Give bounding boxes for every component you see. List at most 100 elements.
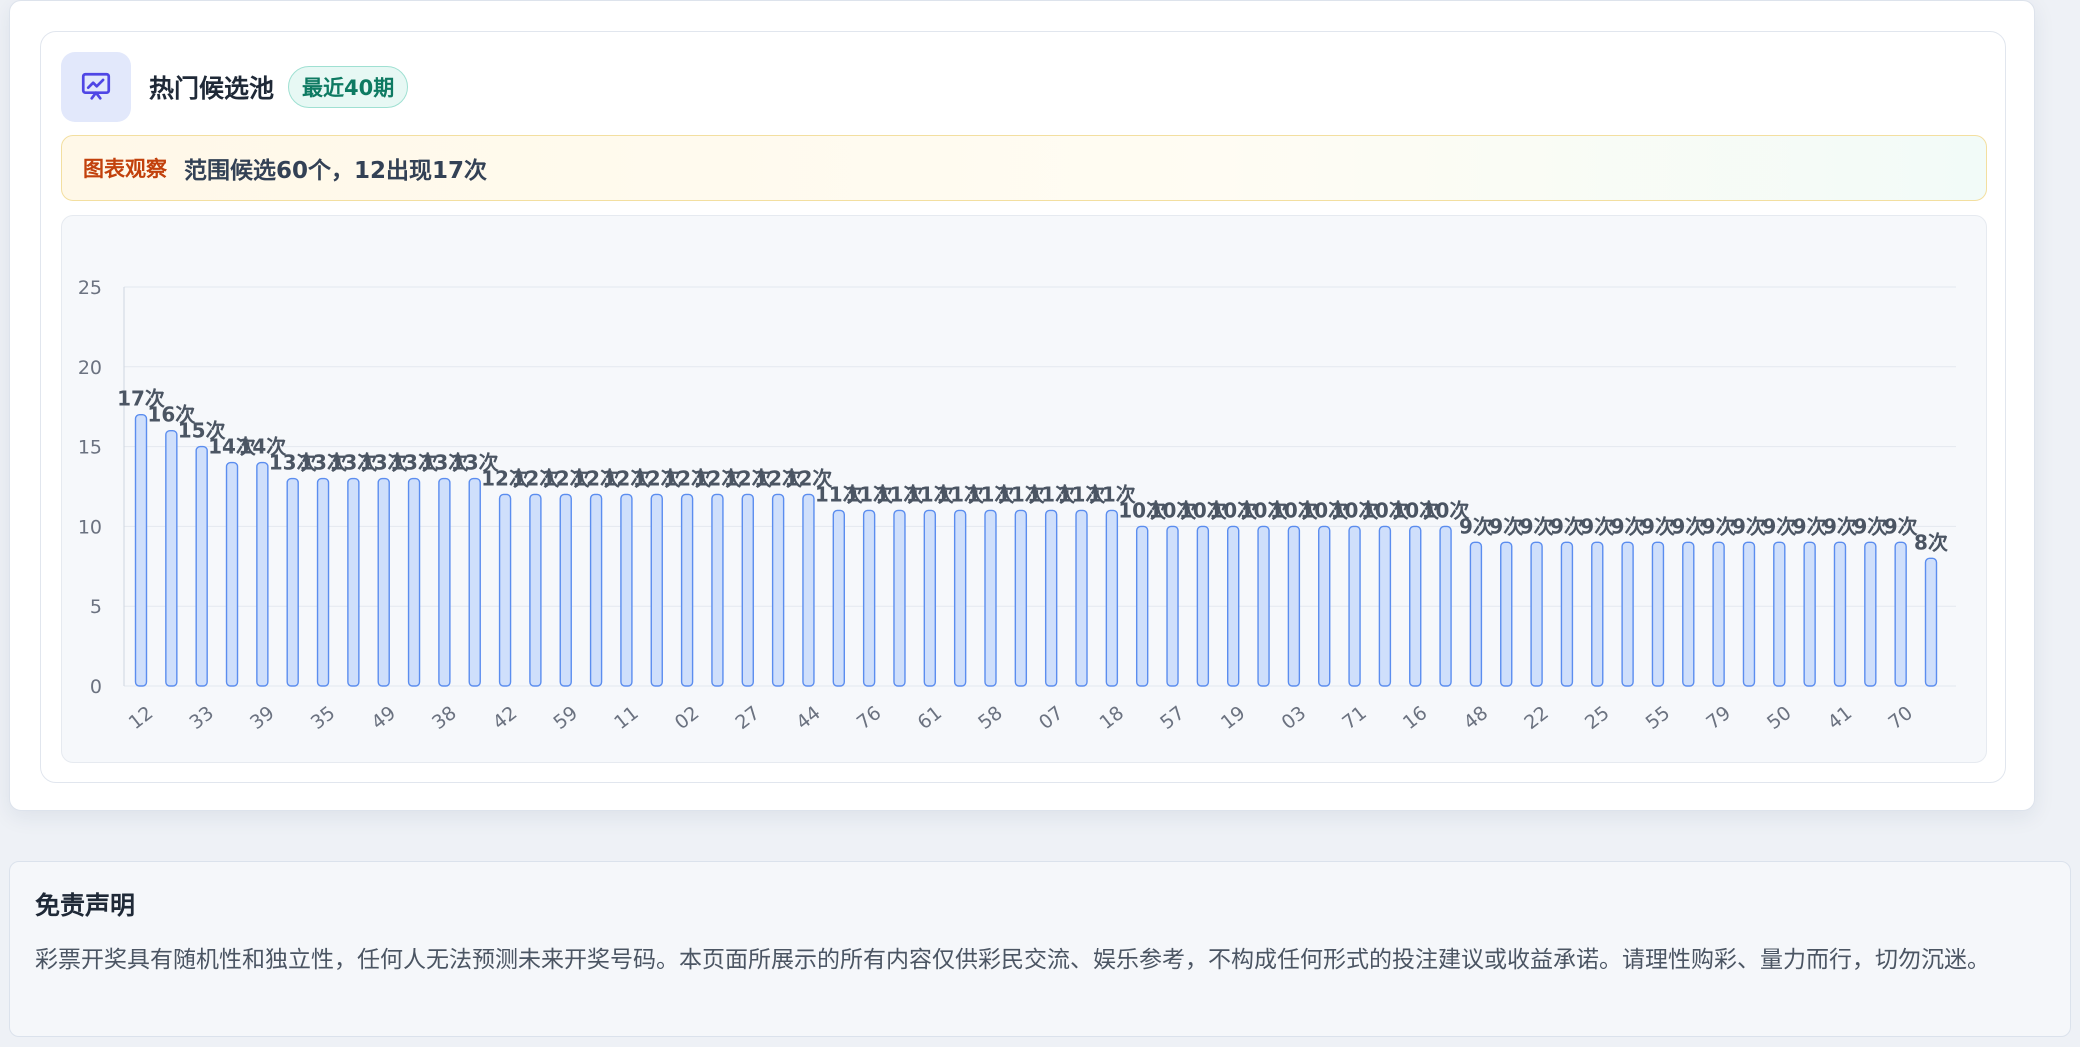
x-tick-label: 25 xyxy=(1581,702,1614,734)
bar[interactable] xyxy=(1075,509,1088,687)
presentation-chart-icon xyxy=(61,52,131,122)
x-tick-label: 76 xyxy=(853,702,886,734)
bar[interactable] xyxy=(256,461,269,687)
x-tick-label: 59 xyxy=(549,702,582,734)
x-tick-label: 33 xyxy=(185,702,218,734)
bar[interactable] xyxy=(1742,541,1756,687)
bar[interactable] xyxy=(832,509,845,687)
x-tick-label: 79 xyxy=(1702,702,1735,734)
bar[interactable] xyxy=(316,477,330,687)
bar[interactable] xyxy=(134,413,148,687)
bar[interactable] xyxy=(1651,541,1665,687)
x-tick-label: 48 xyxy=(1460,702,1493,734)
hot-candidate-panel: 热门候选池 最近40期 图表观察 范围候选60个，12出现17次 0 5 10 15 2… xyxy=(40,31,2006,783)
bar-value-label: 9次 xyxy=(1702,514,1736,538)
bar[interactable] xyxy=(1621,541,1634,687)
x-tick-label: 19 xyxy=(1217,702,1250,734)
bar[interactable] xyxy=(923,509,937,687)
x-tick-label: 39 xyxy=(246,702,279,734)
x-tick-label: 22 xyxy=(1520,702,1553,734)
bar[interactable] xyxy=(1166,525,1179,687)
bar[interactable] xyxy=(711,493,724,687)
bar[interactable] xyxy=(1924,557,1938,687)
bar[interactable] xyxy=(1044,509,1058,687)
bar-value-label: 9次 xyxy=(1611,514,1645,538)
bar[interactable] xyxy=(589,493,603,687)
bar[interactable] xyxy=(498,493,512,687)
observation-text: 范围候选60个，12出现17次 xyxy=(184,158,488,184)
bar[interactable] xyxy=(1227,525,1240,687)
bar[interactable] xyxy=(1530,541,1543,687)
bar-value-label: 9次 xyxy=(1459,514,1493,538)
bar[interactable] xyxy=(377,477,390,687)
bar[interactable] xyxy=(650,493,663,687)
x-tick-label: 07 xyxy=(1035,702,1068,734)
bar[interactable] xyxy=(468,477,481,687)
x-tick-label: 71 xyxy=(1338,702,1371,734)
chart-observation: 图表观察 范围候选60个，12出现17次 xyxy=(61,135,1987,201)
bar[interactable] xyxy=(1560,541,1574,687)
bar-value-label: 9次 xyxy=(1823,514,1857,538)
bar[interactable] xyxy=(438,477,451,687)
bar[interactable] xyxy=(1135,525,1149,687)
bar[interactable] xyxy=(407,477,421,687)
panel-header: 热门候选池 最近40期 xyxy=(61,52,409,122)
disclaimer-text: 彩票开奖具有随机性和独立性，任何人无法预测未来开奖号码。本页面所展示的所有内容仅… xyxy=(35,947,1990,973)
x-tick-label: 12 xyxy=(125,702,158,734)
bar[interactable] xyxy=(529,493,542,687)
bar[interactable] xyxy=(1803,541,1816,687)
bar[interactable] xyxy=(1287,525,1301,687)
bar[interactable] xyxy=(1773,541,1786,687)
y-tick-label: 20 xyxy=(78,357,102,379)
bar[interactable] xyxy=(893,509,906,687)
bar[interactable] xyxy=(1712,541,1725,687)
bar[interactable] xyxy=(225,461,239,687)
panel-title: 热门候选池 xyxy=(149,74,275,103)
bar[interactable] xyxy=(559,493,572,687)
bar[interactable] xyxy=(1591,541,1604,687)
bar[interactable] xyxy=(1469,541,1483,687)
bar[interactable] xyxy=(1833,541,1847,687)
bar[interactable] xyxy=(165,429,178,687)
bar[interactable] xyxy=(862,509,876,687)
bar[interactable] xyxy=(953,509,967,687)
bar[interactable] xyxy=(620,493,633,687)
bar-value-label: 9次 xyxy=(1732,514,1766,538)
bar[interactable] xyxy=(680,493,694,687)
bar[interactable] xyxy=(1348,525,1361,687)
bar-value-label: 9次 xyxy=(1671,514,1705,538)
bar[interactable] xyxy=(286,477,299,687)
x-tick-label: 49 xyxy=(367,702,400,734)
bar[interactable] xyxy=(741,493,754,687)
bar[interactable] xyxy=(195,445,208,687)
bar[interactable] xyxy=(1014,509,1028,687)
bar[interactable] xyxy=(1378,525,1392,687)
bar-value-label: 8次 xyxy=(1914,530,1948,554)
bar[interactable] xyxy=(1196,525,1210,687)
x-tick-label: 57 xyxy=(1156,702,1189,734)
bar[interactable] xyxy=(1105,509,1119,687)
x-tick-label: 16 xyxy=(1399,702,1432,734)
x-tick-label: 02 xyxy=(671,702,704,734)
bar[interactable] xyxy=(1409,525,1422,687)
bar[interactable] xyxy=(802,493,815,687)
bar[interactable] xyxy=(1500,541,1513,687)
bar[interactable] xyxy=(984,509,997,687)
y-tick-label: 5 xyxy=(90,596,102,618)
bar[interactable] xyxy=(1257,525,1270,687)
bar[interactable] xyxy=(1894,541,1907,687)
bar-value-label: 9次 xyxy=(1580,514,1614,538)
y-tick-label: 0 xyxy=(90,676,102,698)
bar[interactable] xyxy=(1439,525,1452,687)
hot-candidate-card: 热门候选池 最近40期 图表观察 范围候选60个，12出现17次 0 5 10 15 2… xyxy=(9,0,2035,811)
bar-value-label: 9次 xyxy=(1853,514,1887,538)
bar[interactable] xyxy=(1318,525,1331,687)
bar[interactable] xyxy=(1682,541,1695,687)
x-tick-label: 61 xyxy=(914,702,947,734)
bar[interactable] xyxy=(347,477,360,687)
y-tick-label: 10 xyxy=(78,516,102,538)
bar[interactable] xyxy=(1864,541,1877,687)
bar-value-label: 9次 xyxy=(1762,514,1796,538)
x-tick-label: 18 xyxy=(1096,702,1129,734)
bar[interactable] xyxy=(771,493,785,687)
